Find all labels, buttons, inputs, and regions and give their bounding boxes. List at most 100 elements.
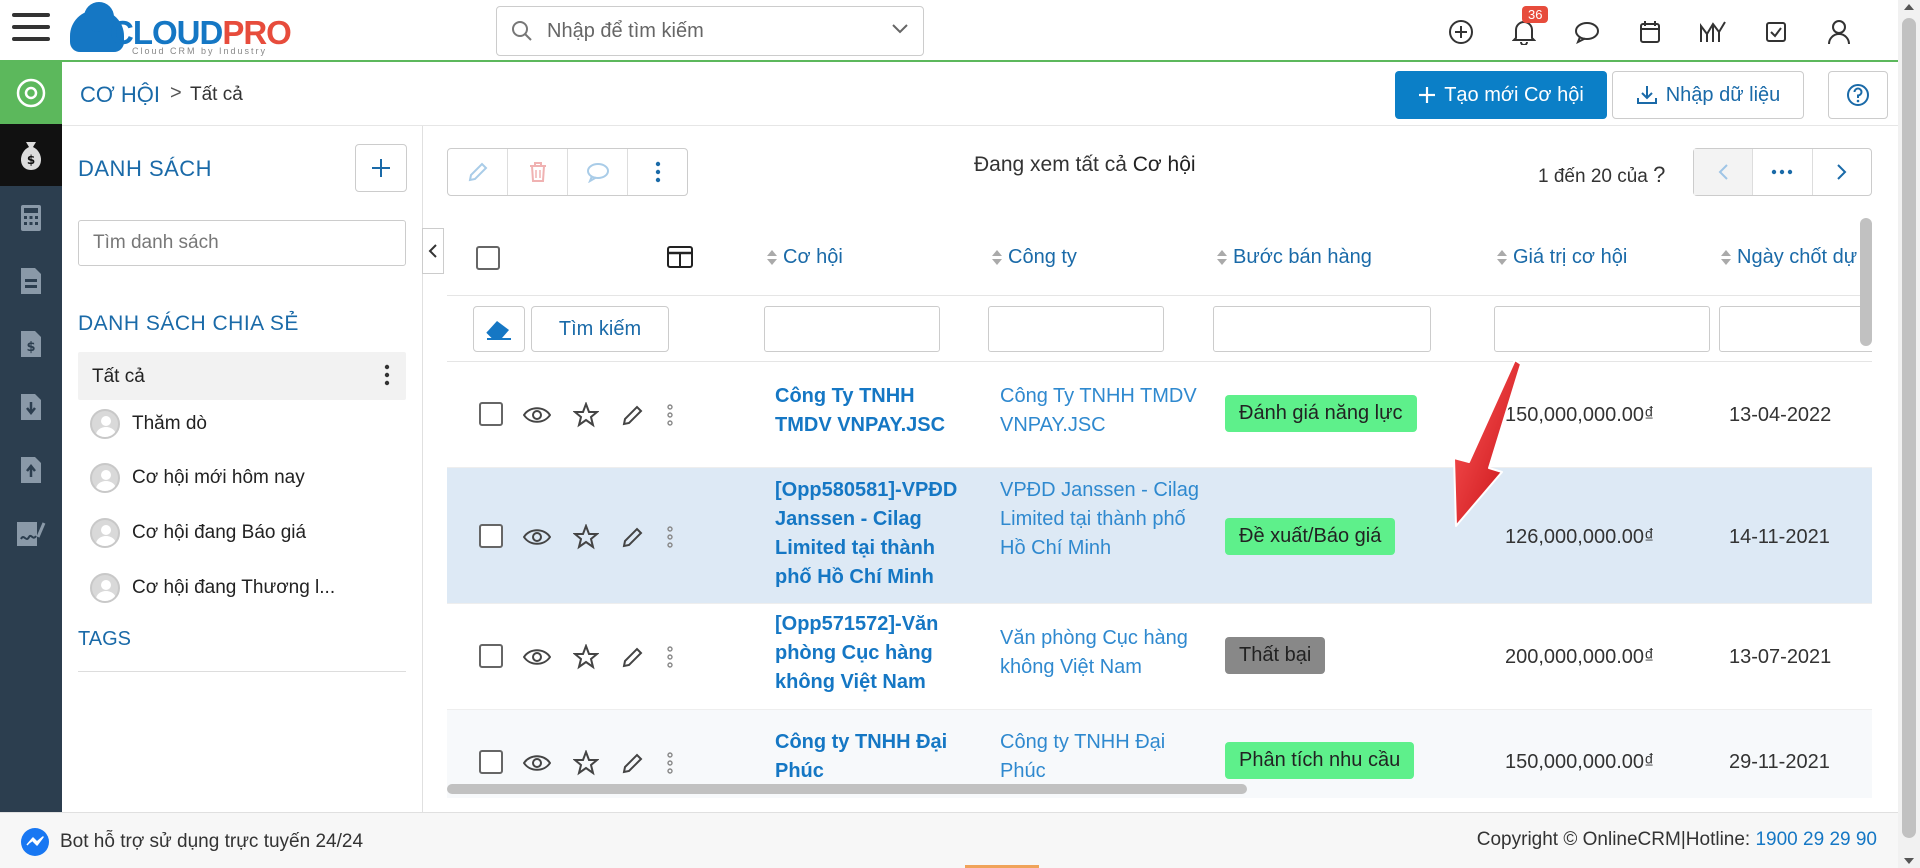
eye-icon[interactable]	[523, 648, 551, 666]
kebab-menu-icon[interactable]	[384, 364, 390, 386]
cell-opportunity[interactable]: [Opp580581]-VPĐD Janssen - Cilag Limited…	[775, 476, 975, 592]
filter-input-opportunity[interactable]	[764, 306, 940, 352]
column-header-opportunity[interactable]: Cơ hội	[767, 246, 843, 269]
hamburger-menu-icon[interactable]	[12, 13, 50, 49]
cell-opportunity[interactable]: [Opp571572]-Văn phòng Cục hàng không Việ…	[775, 610, 975, 697]
cell-company[interactable]: VPĐD Janssen - Cilag Limited tại thành p…	[1000, 476, 1200, 563]
cell-company[interactable]: Văn phòng Cục hàng không Việt Nam	[1000, 624, 1200, 682]
user-profile-icon[interactable]	[1807, 14, 1870, 50]
kebab-menu-icon[interactable]	[667, 526, 673, 548]
cell-opportunity[interactable]: Công Ty TNHH TMDV VNPAY.JSC	[775, 382, 975, 440]
row-checkbox[interactable]	[479, 524, 503, 548]
row-checkbox[interactable]	[479, 402, 503, 426]
breadcrumb-module[interactable]: CƠ HỘI	[80, 82, 160, 108]
column-header-value[interactable]: Giá trị cơ hội	[1497, 246, 1627, 269]
invoice-icon	[21, 267, 41, 294]
comment-button[interactable]	[568, 149, 628, 195]
filter-input-sales-stage[interactable]	[1213, 306, 1431, 352]
paging-total-unknown[interactable]: ?	[1653, 162, 1665, 187]
edit-button[interactable]	[448, 149, 508, 195]
sidebar-item-payments[interactable]	[0, 438, 62, 501]
filter-search-button[interactable]: Tìm kiếm	[531, 306, 669, 352]
delete-button[interactable]	[508, 149, 568, 195]
filter-input-value[interactable]	[1494, 306, 1710, 352]
table-row[interactable]: Công Ty TNHH TMDV VNPAY.JSC Công Ty TNHH…	[447, 362, 1872, 468]
global-search[interactable]	[496, 6, 924, 56]
pencil-icon	[468, 162, 487, 182]
hotline-link[interactable]: 1900 29 29 90	[1755, 829, 1877, 850]
pencil-icon[interactable]	[621, 525, 645, 549]
pencil-icon[interactable]	[621, 403, 645, 427]
filter-input-close-date[interactable]	[1719, 306, 1872, 352]
task-check-icon[interactable]	[1744, 14, 1807, 50]
page-jump-button[interactable]	[1753, 149, 1813, 195]
sidebar-item-invoices[interactable]: $	[0, 312, 62, 375]
eye-icon[interactable]	[523, 406, 551, 424]
clear-filter-button[interactable]	[473, 306, 525, 352]
notification-bell-icon[interactable]: 36	[1492, 6, 1555, 50]
prev-page-button[interactable]	[1694, 149, 1754, 195]
cell-company[interactable]: Công Ty TNHH TMDV VNPAY.JSC	[1000, 382, 1200, 440]
calendar-icon[interactable]	[1618, 14, 1681, 50]
help-button[interactable]	[1828, 71, 1888, 119]
list-item[interactable]: Cơ hội đang Báo giá	[90, 513, 306, 553]
avatar	[90, 409, 120, 439]
pencil-icon[interactable]	[621, 751, 645, 775]
viewing-prefix: Đang xem tất cả	[974, 153, 1127, 176]
column-layout-icon[interactable]	[667, 246, 693, 268]
sidebar-item-contracts[interactable]	[0, 501, 62, 564]
create-opportunity-button[interactable]: Tạo mới Cơ hội	[1395, 71, 1607, 119]
chevron-down-icon[interactable]	[891, 23, 909, 35]
column-header-sales-stage[interactable]: Bước bán hàng	[1217, 246, 1372, 269]
add-list-button[interactable]	[355, 144, 407, 192]
star-icon[interactable]	[573, 644, 599, 670]
sidebar-item-dashboard[interactable]	[0, 62, 62, 124]
pencil-icon[interactable]	[621, 645, 645, 669]
cell-company[interactable]: Công ty TNHH Đại Phúc	[1000, 728, 1200, 786]
list-item-all[interactable]: Tất cả	[78, 352, 406, 400]
sidebar-item-orders[interactable]	[0, 249, 62, 312]
kebab-menu-icon[interactable]	[667, 404, 673, 426]
scroll-down-icon[interactable]	[1904, 858, 1914, 864]
scroll-up-icon[interactable]	[1904, 4, 1914, 10]
list-item[interactable]: Thăm dò	[90, 404, 207, 444]
list-search-input[interactable]	[78, 220, 406, 266]
table-horizontal-scrollbar[interactable]	[447, 784, 1247, 794]
collapse-panel-button[interactable]	[422, 228, 444, 274]
column-header-close-date[interactable]: Ngày chốt dự	[1721, 246, 1857, 269]
page-scroll-thumb[interactable]	[1902, 18, 1916, 838]
eye-icon[interactable]	[523, 754, 551, 772]
eye-icon[interactable]	[523, 528, 551, 546]
calculator-icon	[21, 204, 41, 231]
support-bot-link[interactable]: Bot hỗ trợ sử dụng trực tuyến 24/24	[20, 827, 363, 857]
row-checkbox[interactable]	[479, 750, 503, 774]
column-header-company[interactable]: Công ty	[992, 246, 1077, 269]
table-vertical-scrollbar[interactable]	[1860, 218, 1872, 346]
page-vertical-scrollbar[interactable]	[1898, 0, 1920, 868]
star-icon[interactable]	[573, 402, 599, 428]
more-actions-button[interactable]	[628, 149, 687, 195]
table-row[interactable]: [Opp580581]-VPĐD Janssen - Cilag Limited…	[447, 468, 1872, 604]
report-chart-icon[interactable]	[1681, 14, 1744, 50]
star-icon[interactable]	[573, 524, 599, 550]
cloudpro-logo[interactable]: CLOUDPRO Cloud CRM by Industry	[70, 2, 300, 56]
import-data-button[interactable]: Nhập dữ liệu	[1612, 71, 1804, 119]
next-page-button[interactable]	[1813, 149, 1871, 195]
kebab-menu-icon[interactable]	[667, 752, 673, 774]
sidebar-item-quotes[interactable]	[0, 186, 62, 249]
module-sidebar: $ $	[0, 62, 62, 812]
chat-icon[interactable]	[1555, 14, 1618, 50]
filter-input-company[interactable]	[988, 306, 1164, 352]
select-all-checkbox[interactable]	[476, 246, 500, 270]
sidebar-item-opportunities[interactable]: $	[0, 124, 62, 186]
list-item[interactable]: Cơ hội mới hôm nay	[90, 458, 305, 498]
list-item[interactable]: Cơ hội đang Thương l...	[90, 568, 335, 608]
global-search-input[interactable]	[547, 17, 867, 45]
row-checkbox[interactable]	[479, 644, 503, 668]
kebab-menu-icon[interactable]	[667, 646, 673, 668]
star-icon[interactable]	[573, 750, 599, 776]
add-icon[interactable]	[1429, 14, 1492, 50]
cell-opportunity[interactable]: Công ty TNHH Đại Phúc	[775, 728, 975, 786]
sidebar-item-receipts[interactable]	[0, 375, 62, 438]
table-row[interactable]: [Opp571572]-Văn phòng Cục hàng không Việ…	[447, 604, 1872, 710]
